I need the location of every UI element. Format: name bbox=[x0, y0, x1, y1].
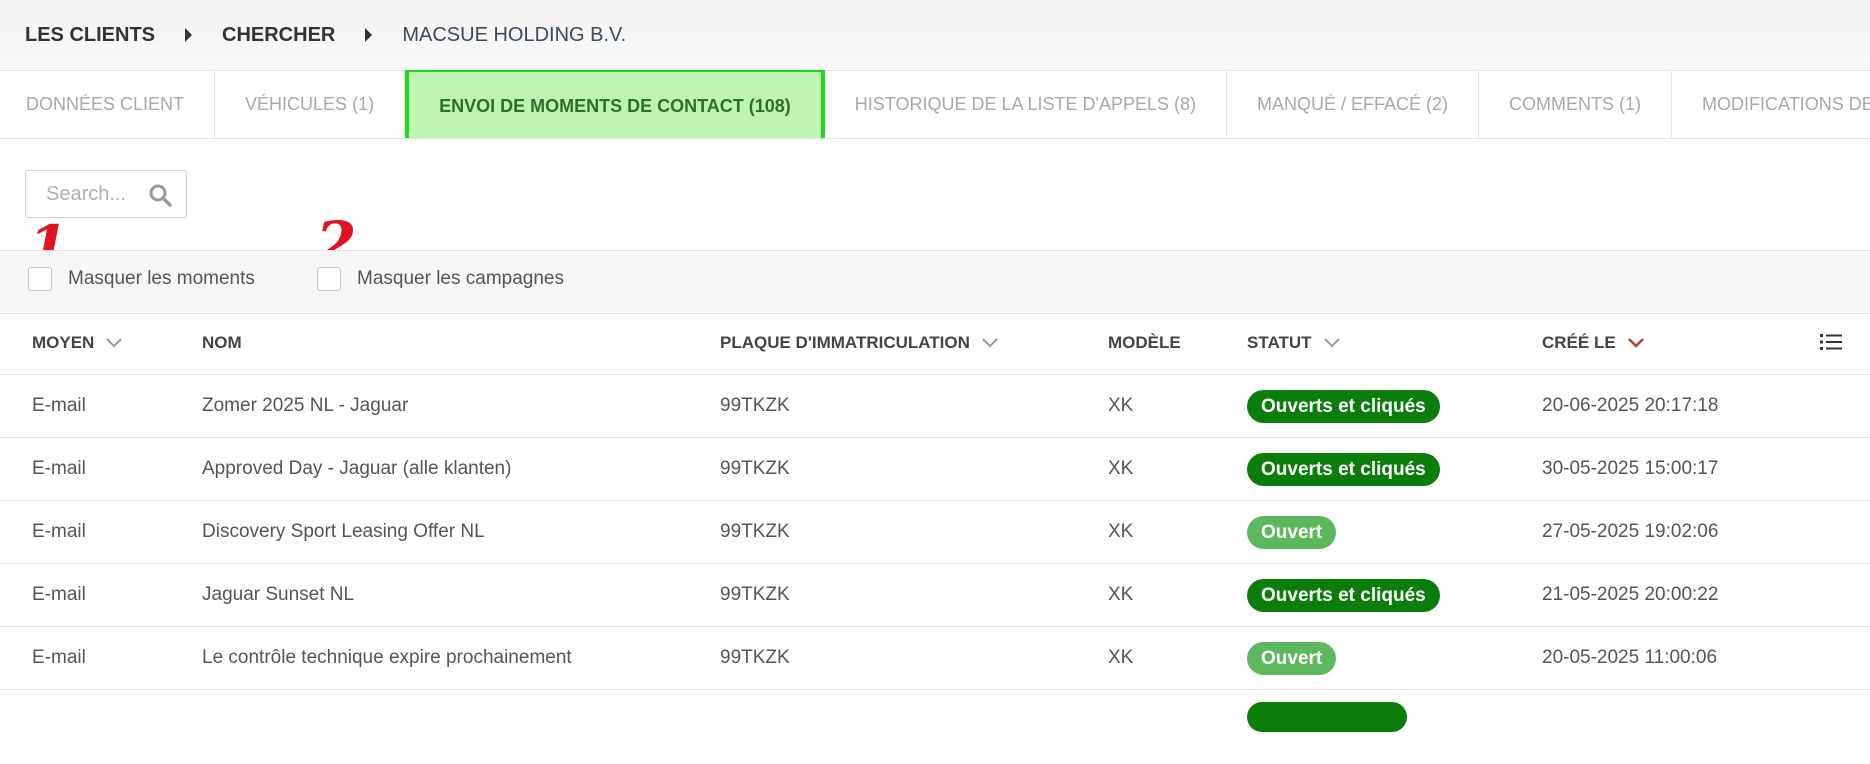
status-badge: Ouverts et cliqués bbox=[1247, 452, 1440, 486]
filter-bar: Masquer les moments Masquer les campagne… bbox=[0, 250, 1870, 314]
breadcrumb-item-current: MACSUE HOLDING B.V. bbox=[402, 23, 627, 46]
cell-plaque: 99TKZK bbox=[720, 521, 790, 542]
table-header: MOYEN NOM PLAQUE D'IMMATRICULATION MODÈL… bbox=[0, 312, 1870, 374]
table-row[interactable]: E-mail Zomer 2025 NL - Jaguar 99TKZK XK … bbox=[0, 374, 1870, 437]
column-settings-list-icon[interactable] bbox=[1820, 332, 1842, 357]
column-header-statut[interactable]: STATUT bbox=[1247, 333, 1340, 353]
chevron-down-icon[interactable] bbox=[106, 333, 123, 353]
cell-statut: Ouverts et cliqués bbox=[1247, 564, 1440, 626]
cell-nom: Approved Day - Jaguar (alle klanten) bbox=[202, 458, 512, 479]
cell-statut: Ouverts et cliqués bbox=[1247, 375, 1440, 437]
contact-moments-table: MOYEN NOM PLAQUE D'IMMATRICULATION MODÈL… bbox=[0, 312, 1870, 752]
status-badge: Ouverts et cliqués bbox=[1247, 578, 1440, 612]
breadcrumb-item-clients[interactable]: LES CLIENTS bbox=[25, 24, 155, 47]
chevron-down-icon[interactable] bbox=[1323, 333, 1340, 353]
column-header-plaque[interactable]: PLAQUE D'IMMATRICULATION bbox=[720, 333, 998, 353]
table-row[interactable]: E-mail Discovery Sport Leasing Offer NL … bbox=[0, 500, 1870, 563]
status-badge: Ouvert bbox=[1247, 641, 1337, 675]
status-badge: Ouvert bbox=[1247, 515, 1337, 549]
search-icon[interactable] bbox=[148, 183, 172, 212]
tab-data-changes[interactable]: MODIFICATIONS DES DONNÉ bbox=[1672, 70, 1870, 138]
column-header-cree-le-label: CRÉÉ LE bbox=[1542, 333, 1616, 352]
cell-plaque: 99TKZK bbox=[720, 647, 790, 668]
cell-statut: Ouvert bbox=[1247, 627, 1337, 689]
hide-campaigns-filter[interactable]: Masquer les campagnes bbox=[317, 267, 564, 291]
cell-statut: Ouvert bbox=[1247, 501, 1337, 563]
breadcrumb-separator-icon bbox=[365, 28, 373, 42]
status-badge: Ouverts et cliqués bbox=[1247, 389, 1440, 423]
table-row[interactable] bbox=[0, 689, 1870, 752]
cell-modele: XK bbox=[1108, 584, 1134, 605]
column-header-moyen[interactable]: MOYEN bbox=[32, 333, 123, 353]
column-header-cree-le[interactable]: CRÉÉ LE bbox=[1542, 333, 1644, 353]
breadcrumb: LES CLIENTS CHERCHER MACSUE HOLDING B.V. bbox=[25, 24, 626, 47]
cell-nom: Zomer 2025 NL - Jaguar bbox=[202, 395, 409, 416]
top-bar: LES CLIENTS CHERCHER MACSUE HOLDING B.V. bbox=[0, 0, 1870, 71]
table-row[interactable]: E-mail Approved Day - Jaguar (alle klant… bbox=[0, 437, 1870, 500]
tab-comments[interactable]: COMMENTS (1) bbox=[1479, 70, 1673, 138]
search-box bbox=[25, 170, 187, 218]
tab-missed-deleted[interactable]: MANQUÉ / EFFACÉ (2) bbox=[1227, 70, 1480, 138]
hide-moments-filter[interactable]: Masquer les moments bbox=[28, 267, 255, 291]
cell-plaque: 99TKZK bbox=[720, 584, 790, 605]
column-header-moyen-label: MOYEN bbox=[32, 333, 95, 352]
column-header-plaque-label: PLAQUE D'IMMATRICULATION bbox=[720, 333, 970, 352]
cell-modele: XK bbox=[1108, 647, 1134, 668]
tab-vehicles[interactable]: VÉHICULES (1) bbox=[215, 70, 406, 138]
breadcrumb-separator-icon bbox=[185, 28, 193, 42]
cell-moyen: E-mail bbox=[32, 395, 86, 416]
cell-plaque: 99TKZK bbox=[720, 458, 790, 479]
cell-plaque: 99TKZK bbox=[720, 395, 790, 416]
cell-nom: Le contrôle technique expire prochaineme… bbox=[202, 647, 572, 668]
cell-moyen: E-mail bbox=[32, 647, 86, 668]
cell-statut: Ouverts et cliqués bbox=[1247, 438, 1440, 500]
cell-nom: Jaguar Sunset NL bbox=[202, 584, 355, 605]
cell-statut bbox=[1247, 690, 1407, 764]
cell-cree-le: 30-05-2025 15:00:17 bbox=[1542, 458, 1719, 479]
hide-campaigns-label: Masquer les campagnes bbox=[357, 268, 564, 289]
cell-moyen: E-mail bbox=[32, 584, 86, 605]
chevron-down-icon[interactable] bbox=[982, 333, 998, 353]
cell-modele: XK bbox=[1108, 395, 1134, 416]
column-header-nom-label: NOM bbox=[202, 333, 242, 352]
tab-call-list-history[interactable]: HISTORIQUE DE LA LISTE D'APPELS (8) bbox=[825, 70, 1227, 138]
tab-bar: DONNÉES CLIENT VÉHICULES (1) ENVOI DE MO… bbox=[0, 70, 1870, 139]
cell-modele: XK bbox=[1108, 458, 1134, 479]
cell-modele: XK bbox=[1108, 521, 1134, 542]
hide-moments-label: Masquer les moments bbox=[68, 268, 255, 289]
cell-nom: Discovery Sport Leasing Offer NL bbox=[202, 521, 485, 542]
hide-moments-checkbox[interactable] bbox=[28, 267, 52, 291]
search-input[interactable] bbox=[44, 181, 148, 207]
cell-cree-le: 21-05-2025 20:00:22 bbox=[1542, 584, 1719, 605]
column-header-modele: MODÈLE bbox=[1108, 333, 1181, 353]
table-row[interactable]: E-mail Le contrôle technique expire proc… bbox=[0, 626, 1870, 689]
hide-campaigns-checkbox[interactable] bbox=[317, 267, 341, 291]
cell-moyen: E-mail bbox=[32, 521, 86, 542]
table-row[interactable]: E-mail Jaguar Sunset NL 99TKZK XK Ouvert… bbox=[0, 563, 1870, 626]
breadcrumb-item-search[interactable]: CHERCHER bbox=[222, 24, 335, 47]
column-header-statut-label: STATUT bbox=[1247, 333, 1312, 352]
cell-moyen: E-mail bbox=[32, 458, 86, 479]
status-badge bbox=[1247, 702, 1407, 732]
cell-cree-le: 20-06-2025 20:17:18 bbox=[1542, 395, 1719, 416]
cell-cree-le: 20-05-2025 11:00:06 bbox=[1542, 647, 1718, 668]
cell-cree-le: 27-05-2025 19:02:06 bbox=[1542, 521, 1719, 542]
table-body: E-mail Zomer 2025 NL - Jaguar 99TKZK XK … bbox=[0, 374, 1870, 752]
tab-contact-moments[interactable]: ENVOI DE MOMENTS DE CONTACT (108) bbox=[405, 70, 825, 138]
tab-client-data[interactable]: DONNÉES CLIENT bbox=[0, 70, 216, 138]
column-header-modele-label: MODÈLE bbox=[1108, 333, 1181, 352]
column-header-nom: NOM bbox=[202, 333, 242, 353]
sort-chevron-down-icon[interactable] bbox=[1627, 333, 1644, 353]
